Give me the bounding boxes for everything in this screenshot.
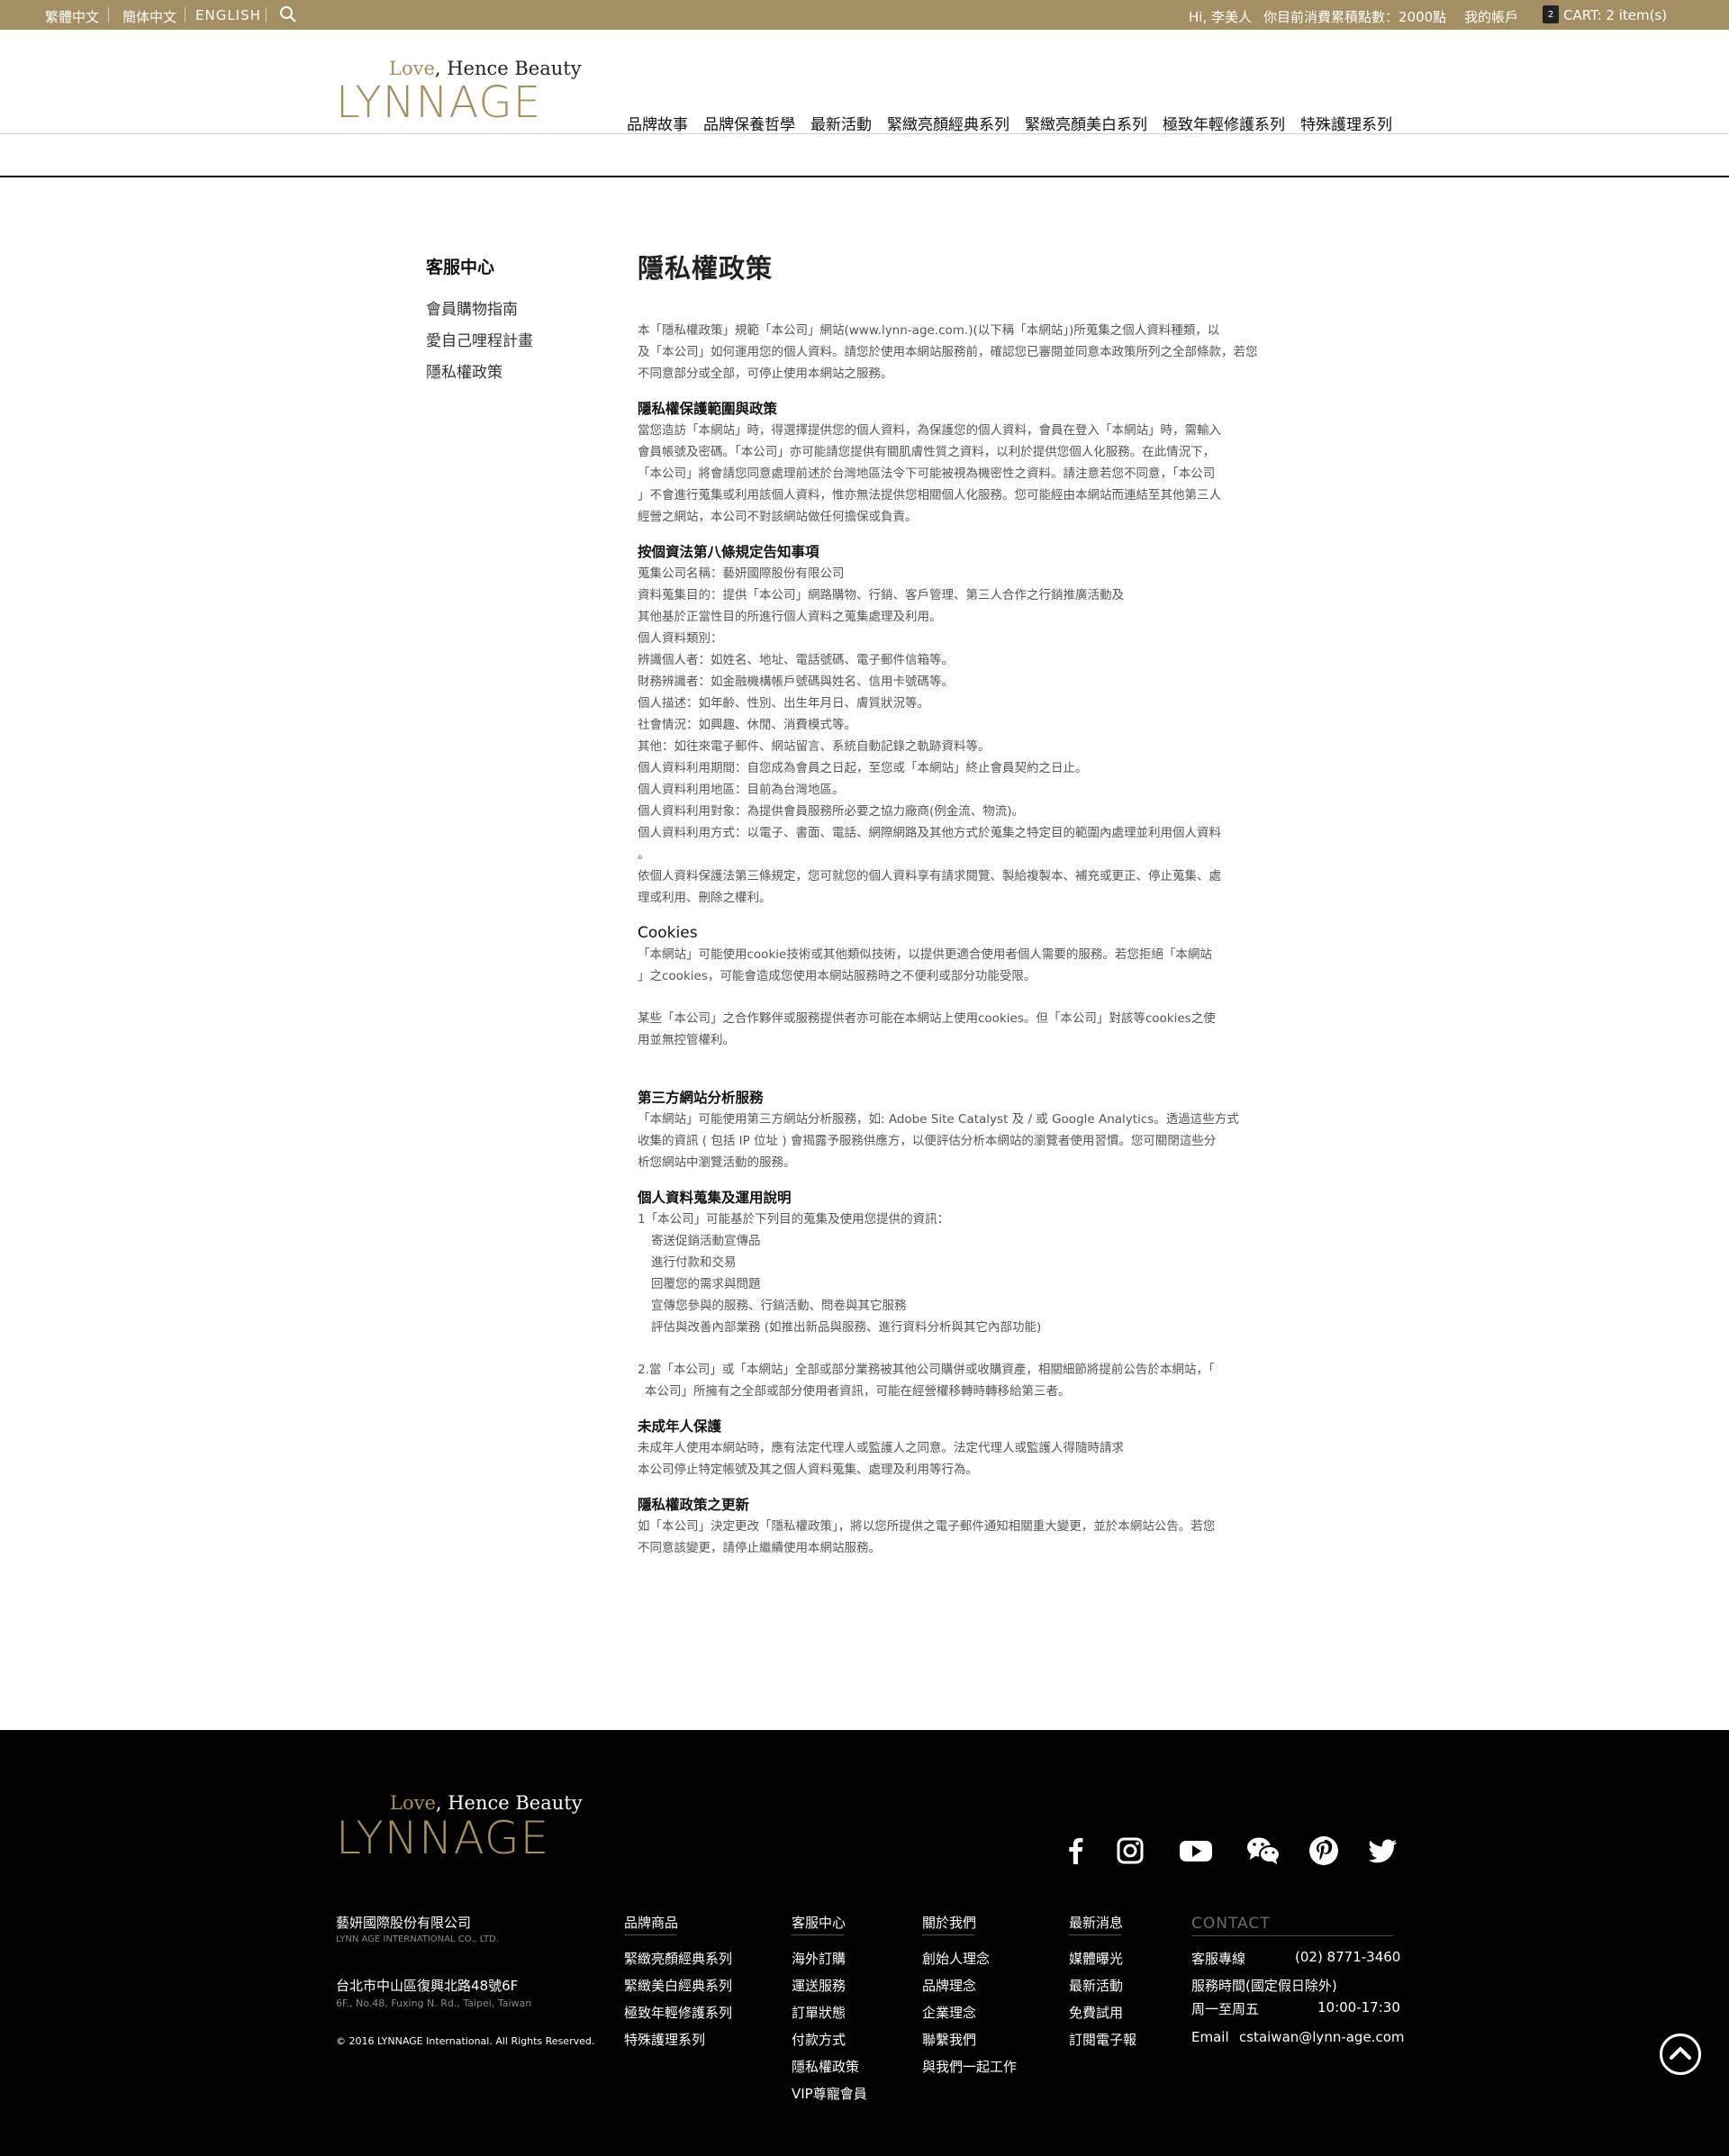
greeting: Hi, 李美人 — [1189, 9, 1252, 25]
footer-col-about-title: 關於我們 — [922, 1915, 977, 1935]
divider — [108, 7, 109, 23]
sidebar-title: 客服中心 — [426, 258, 495, 277]
section-text: 某些「本公司」之合作夥伴或服務提供者亦可能在本網站上使用cookies。但「本公… — [638, 1011, 1216, 1047]
section-text: 當您造訪「本網站」時，得選擇提供您的個人資料，為保護您的個人資料，會員在登入「本… — [638, 423, 1221, 524]
facebook-icon[interactable] — [1060, 1834, 1092, 1867]
section-text: 「本網站」可能使用第三方網站分析服務，如: Adobe Site Catalys… — [638, 1112, 1239, 1170]
footer-link[interactable]: 媒體曝光 — [1069, 1949, 1123, 1968]
footer-col-products-title: 品牌商品 — [624, 1915, 679, 1935]
footer-link[interactable]: 運送服務 — [792, 1976, 846, 1995]
footer-link[interactable]: 創始人理念 — [922, 1949, 990, 1968]
section-text: 2.當「本公司」或「本網站」全部或部分業務被其他公司購併或收購資產，相關細節將提… — [638, 1363, 1215, 1399]
section-heading: 未成年人保護 — [638, 1418, 722, 1435]
back-to-top-button[interactable] — [1660, 2034, 1701, 2075]
nav-latest-events[interactable]: 最新活動 — [810, 112, 872, 134]
footer-link[interactable]: 最新活動 — [1069, 1976, 1123, 1995]
divider — [266, 7, 267, 23]
nav-whitening-series[interactable]: 緊緻亮顏美白系列 — [1025, 112, 1147, 134]
chevron-up-icon — [1670, 2047, 1691, 2060]
footer-address-en: 6F., No.48, Fuxing N. Rd., Taipei, Taiwa… — [336, 1997, 532, 2009]
email-link[interactable]: cstaiwan@lynn-age.com — [1239, 2029, 1405, 2045]
section-text: 未成年人使用本網站時，應有法定代理人或監護人之同意。法定代理人或監護人得隨時請求… — [638, 1441, 1124, 1477]
intro-paragraph: 本「隱私權政策」規範「本公司」網站(www.lynn-age.com.)(以下稱… — [638, 323, 1258, 381]
section-heading: 第三方網站分析服務 — [638, 1090, 764, 1106]
lang-traditional-link[interactable]: 繁體中文 — [45, 7, 99, 26]
brand-tagline: Love, Hence Beauty — [390, 1792, 583, 1814]
footer-contact-title: CONTACT — [1191, 1915, 1271, 1933]
instagram-icon[interactable] — [1114, 1834, 1146, 1867]
service-hours-label: 服務時間(國定假日除外) — [1191, 1978, 1337, 1994]
footer-link[interactable]: 免費試用 — [1069, 2003, 1123, 2022]
hotline-number: (02) 8771-3460 — [1295, 1949, 1401, 1965]
footer-link[interactable]: 付款方式 — [792, 2030, 846, 2049]
section-heading: 按個資法第八條規定告知事項 — [638, 544, 819, 560]
divider — [0, 133, 1729, 134]
footer-link[interactable]: VIP尊寵會員 — [792, 2084, 867, 2103]
cart-icon[interactable]: 2 — [1543, 5, 1559, 23]
top-bar: 繁體中文 簡体中文 ENGLISH Hi, 李美人 你目前消費累積點數：2000… — [0, 0, 1729, 30]
divider — [1191, 1935, 1393, 1936]
divider — [185, 7, 186, 23]
hotline-label: 客服專線 — [1191, 1951, 1246, 1967]
footer-company-en: LYNN AGE INTERNATIONAL CO., LTD. — [336, 1934, 499, 1944]
section-text: 蒐集公司名稱：藝妍國際股份有限公司 資料蒐集目的：提供「本公司」網路購物、行銷、… — [638, 566, 1221, 905]
footer-link[interactable]: 隱私權政策 — [792, 2057, 859, 2076]
footer-link[interactable]: 海外訂購 — [792, 1949, 846, 1968]
footer-link[interactable]: 訂閱電子報 — [1069, 2030, 1136, 2049]
my-account-link[interactable]: 我的帳戶 — [1464, 7, 1518, 26]
footer-link[interactable]: 極致年輕修護系列 — [624, 2003, 732, 2022]
pinterest-icon[interactable] — [1308, 1834, 1340, 1867]
footer-link[interactable]: 聯繫我們 — [922, 2030, 976, 2049]
footer-company-name: 藝妍國際股份有限公司 — [336, 1915, 472, 1931]
lang-english-link[interactable]: ENGLISH — [195, 7, 261, 23]
nav-youth-series[interactable]: 極致年輕修護系列 — [1163, 112, 1285, 134]
points-text: 你目前消費累積點數：2000點 — [1263, 9, 1447, 25]
section-text: 「本網站」可能使用cookie技術或其他類似技術，以提供更適合使用者個人需要的服… — [638, 947, 1212, 983]
section-text: 1「本公司」可能基於下列目的蒐集及使用您提供的資訊： 寄送促銷活動宣傳品 進行付… — [638, 1212, 1042, 1335]
section-heading: Cookies — [638, 924, 698, 942]
footer-link[interactable]: 緊緻美白經典系列 — [624, 1976, 732, 1995]
section-heading: 個人資料蒐集及運用說明 — [638, 1190, 792, 1206]
brand-tagline: Love, Hence Beauty — [389, 58, 582, 79]
footer-address: 台北市中山區復興北路48號6F — [336, 1978, 519, 1994]
twitter-icon[interactable] — [1365, 1834, 1399, 1867]
footer-logo[interactable]: Love, Hence Beauty LYNNAGE — [336, 1792, 583, 1861]
cart-link[interactable]: CART: 2 item(s) — [1563, 7, 1667, 23]
divider — [0, 176, 1729, 177]
section-text: 如「本公司」決定更改「隱私權政策」，將以您所提供之電子郵件通知相關重大變更，並於… — [638, 1519, 1216, 1555]
footer-link[interactable]: 特殊護理系列 — [624, 2030, 705, 2049]
privacy-content: 隱私權政策 本「隱私權政策」規範「本公司」網站(www.lynn-age.com… — [638, 248, 1288, 1559]
service-hours: 10:00-17:30 — [1317, 1999, 1400, 2016]
youtube-icon[interactable] — [1178, 1834, 1214, 1867]
sidebar-item-privacy[interactable]: 隱私權政策 — [426, 359, 502, 382]
footer-col-service-title: 客服中心 — [792, 1915, 846, 1935]
lang-simplified-link[interactable]: 簡体中文 — [122, 7, 177, 26]
email-label: Email — [1191, 2029, 1229, 2045]
footer-link[interactable]: 緊緻亮顏經典系列 — [624, 1949, 732, 1968]
wechat-icon[interactable] — [1245, 1834, 1281, 1867]
search-icon[interactable] — [279, 5, 297, 23]
footer-copyright: © 2016 LYNNAGE International. All Rights… — [336, 2035, 595, 2047]
nav-classic-series[interactable]: 緊緻亮顏經典系列 — [887, 112, 1009, 134]
footer-link[interactable]: 與我們一起工作 — [922, 2057, 1017, 2076]
sidebar-item-shopping-guide[interactable]: 會員購物指南 — [426, 296, 518, 319]
footer-col-news-title: 最新消息 — [1069, 1915, 1124, 1935]
footer-link[interactable]: 訂單狀態 — [792, 2003, 846, 2022]
section-heading: 隱私權保護範圍與政策 — [638, 401, 778, 417]
brand-name: LYNNAGE — [336, 77, 542, 128]
main-nav: 品牌故事 品牌保養哲學 最新活動 緊緻亮顏經典系列 緊緻亮顏美白系列 極致年輕修… — [627, 112, 1408, 134]
brand-name: LYNNAGE — [336, 1812, 550, 1864]
footer-link[interactable]: 品牌理念 — [922, 1976, 976, 1995]
service-days: 周一至周五 — [1191, 2001, 1260, 2017]
page-title: 隱私權政策 — [638, 253, 774, 284]
nav-special-care[interactable]: 特殊護理系列 — [1300, 112, 1392, 134]
nav-care-philosophy[interactable]: 品牌保養哲學 — [703, 112, 795, 134]
nav-brand-story[interactable]: 品牌故事 — [627, 112, 688, 134]
brand-logo[interactable]: Love, Hence Beauty LYNNAGE — [336, 58, 582, 124]
section-heading: 隱私權政策之更新 — [638, 1497, 750, 1513]
sidebar-item-mileage-plan[interactable]: 愛自己哩程計畫 — [426, 328, 533, 350]
footer-link[interactable]: 企業理念 — [922, 2003, 976, 2022]
